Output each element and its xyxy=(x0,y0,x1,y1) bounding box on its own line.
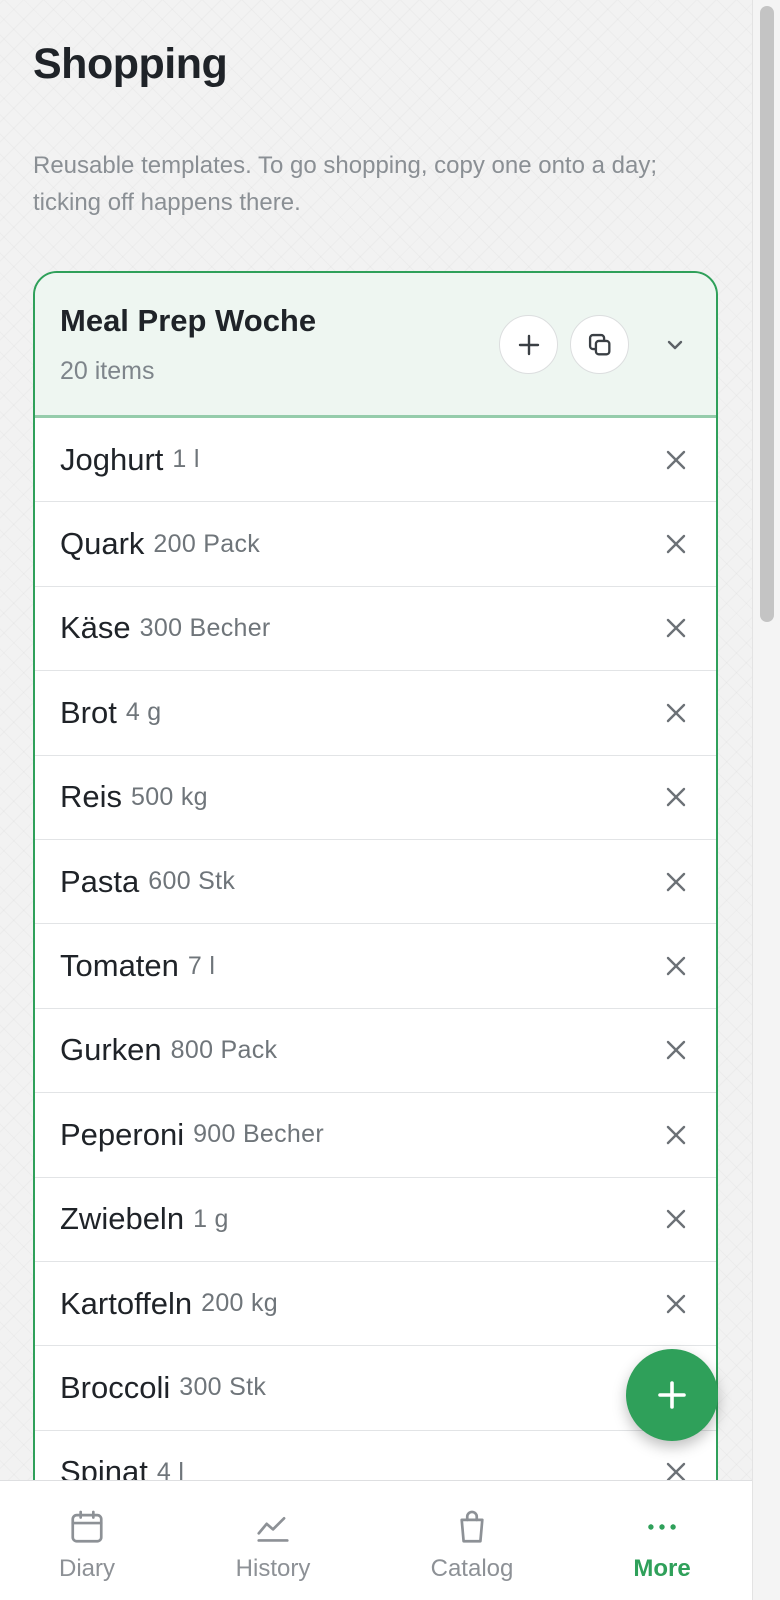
shopping-bag-icon xyxy=(450,1505,494,1549)
remove-item-button[interactable] xyxy=(656,693,696,733)
nav-item-catalog[interactable]: Catalog xyxy=(397,1481,547,1600)
item-name: Quark xyxy=(60,526,145,562)
item-name: Broccoli xyxy=(60,1369,171,1405)
remove-item-button[interactable] xyxy=(656,1030,696,1070)
item-quantity: 1 l xyxy=(172,445,200,474)
template-card: Meal Prep Woche 20 items Joghurt 1 l Qua… xyxy=(33,271,718,1600)
item-name: Brot xyxy=(60,694,117,730)
close-icon xyxy=(666,956,686,976)
item-quantity: 7 l xyxy=(187,951,216,980)
template-item-count: 20 items xyxy=(60,357,155,385)
remove-item-button[interactable] xyxy=(656,440,696,480)
page-subtitle: Reusable templates. To go shopping, copy… xyxy=(33,152,657,216)
remove-item-button[interactable] xyxy=(656,1284,696,1324)
remove-item-button[interactable] xyxy=(656,1115,696,1155)
chart-line-icon xyxy=(251,1505,295,1549)
item-name: Reis xyxy=(60,779,123,815)
list-item[interactable]: Käse 300 Becher xyxy=(35,587,716,672)
scrollbar-thumb[interactable] xyxy=(760,6,774,622)
page-content: Shopping Reusable templates. To go shopp… xyxy=(0,0,752,1600)
item-quantity: 300 Becher xyxy=(139,613,271,642)
list-item[interactable]: Zwiebeln 1 g xyxy=(35,1178,716,1262)
nav-item-history[interactable]: History xyxy=(198,1481,348,1600)
close-icon xyxy=(666,619,686,638)
close-icon xyxy=(666,703,686,723)
add-item-button[interactable] xyxy=(499,315,558,374)
calendar-icon xyxy=(65,1505,109,1549)
item-quantity: 1 g xyxy=(193,1204,229,1233)
remove-item-button[interactable] xyxy=(656,1199,696,1239)
list-item[interactable]: Tomaten 7 l xyxy=(35,924,716,1009)
close-icon xyxy=(666,534,686,554)
remove-item-button[interactable] xyxy=(656,524,696,564)
close-icon xyxy=(666,1041,686,1060)
nav-label: Diary xyxy=(58,1555,115,1582)
close-icon xyxy=(666,788,686,807)
close-icon xyxy=(666,1294,686,1313)
close-icon xyxy=(666,872,686,891)
page-title: Shopping xyxy=(33,40,228,88)
list-item[interactable]: Reis 500 kg xyxy=(35,756,716,840)
item-quantity: 4 g xyxy=(125,698,162,727)
vertical-scrollbar[interactable] xyxy=(752,0,780,1600)
item-name: Kartoffeln xyxy=(60,1285,193,1321)
remove-item-button[interactable] xyxy=(656,777,696,817)
list-item[interactable]: Broccoli 300 Stk xyxy=(35,1346,716,1431)
list-item[interactable]: Joghurt 1 l xyxy=(35,418,716,503)
item-name: Käse xyxy=(60,610,131,646)
template-card-header[interactable]: Meal Prep Woche 20 items xyxy=(35,273,716,418)
item-quantity: 500 kg xyxy=(131,782,208,811)
item-quantity: 900 Becher xyxy=(193,1120,324,1149)
template-item-list: Joghurt 1 l Quark 200 Pack Käse 300 Bech… xyxy=(35,418,716,1516)
bottom-navigation: Diary History Catalog More xyxy=(0,1480,752,1600)
remove-item-button[interactable] xyxy=(656,946,696,986)
close-icon xyxy=(666,1125,686,1145)
template-name: Meal Prep Woche xyxy=(60,303,317,338)
item-quantity: 600 Stk xyxy=(148,867,236,896)
list-item[interactable]: Quark 200 Pack xyxy=(35,502,716,587)
nav-item-diary[interactable]: Diary xyxy=(12,1481,162,1600)
item-name: Tomaten xyxy=(60,948,179,984)
item-quantity: 200 kg xyxy=(201,1289,279,1318)
nav-label: Catalog xyxy=(430,1555,514,1582)
item-quantity: 300 Stk xyxy=(179,1373,267,1402)
chevron-down-icon xyxy=(667,340,682,349)
copy-icon xyxy=(588,333,610,355)
collapse-toggle[interactable] xyxy=(645,315,704,374)
item-name: Zwiebeln xyxy=(60,1201,185,1237)
list-item[interactable]: Pasta 600 Stk xyxy=(35,840,716,925)
plus-icon xyxy=(518,334,539,355)
item-quantity: 800 Pack xyxy=(170,1035,278,1064)
add-template-fab[interactable] xyxy=(626,1349,718,1441)
item-name: Pasta xyxy=(60,863,140,899)
close-icon xyxy=(666,1210,686,1229)
list-item[interactable]: Gurken 800 Pack xyxy=(35,1009,716,1094)
list-item[interactable]: Brot 4 g xyxy=(35,671,716,756)
item-quantity: 200 Pack xyxy=(153,529,261,558)
plus-icon xyxy=(658,1381,686,1409)
remove-item-button[interactable] xyxy=(656,862,696,902)
nav-item-more[interactable]: More xyxy=(587,1481,737,1600)
item-name: Joghurt xyxy=(60,441,164,477)
item-name: Gurken xyxy=(60,1032,162,1068)
nav-label: History xyxy=(235,1555,311,1582)
copy-to-day-button[interactable] xyxy=(570,315,629,374)
nav-label: More xyxy=(633,1555,691,1582)
list-item[interactable]: Kartoffeln 200 kg xyxy=(35,1262,716,1347)
item-name: Peperoni xyxy=(60,1116,185,1152)
more-dots-icon xyxy=(640,1505,684,1549)
remove-item-button[interactable] xyxy=(656,608,696,648)
close-icon xyxy=(666,450,686,469)
list-item[interactable]: Peperoni 900 Becher xyxy=(35,1093,716,1178)
